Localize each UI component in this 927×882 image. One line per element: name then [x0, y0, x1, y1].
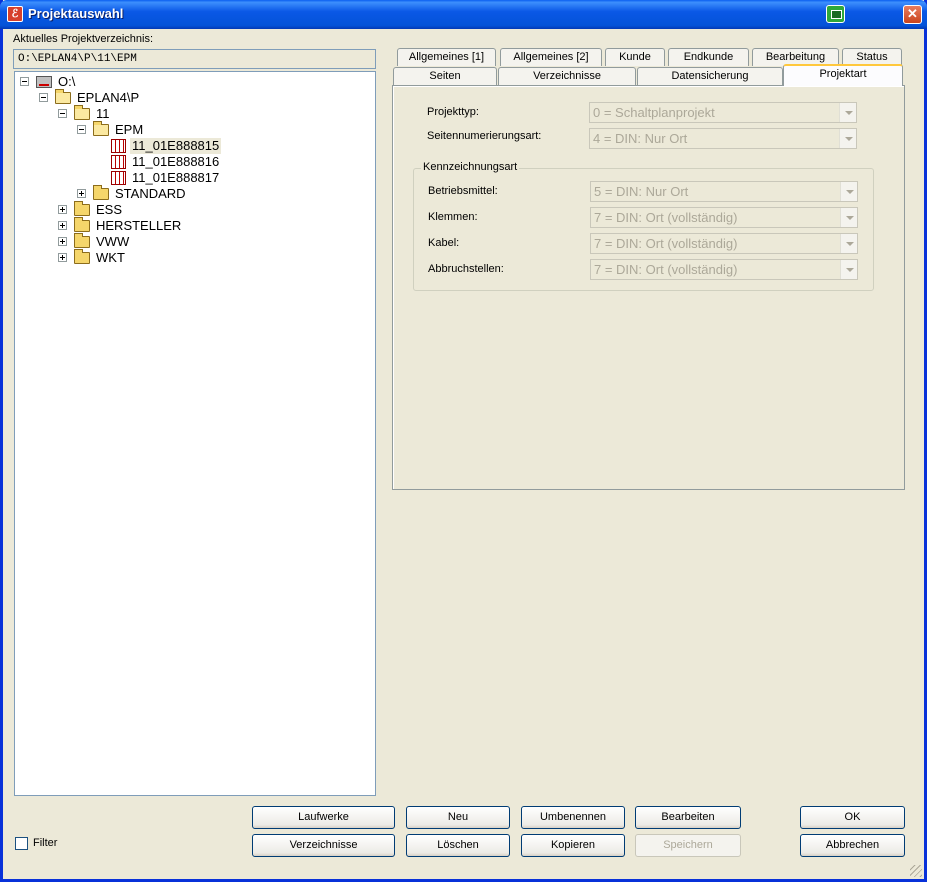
tree-node-label: ESS: [96, 202, 123, 217]
close-button[interactable]: ✕: [903, 5, 922, 24]
resize-grip-icon[interactable]: [910, 865, 922, 877]
tab-allgemeines-1[interactable]: Allgemeines [1]: [397, 48, 496, 66]
path-label: Aktuelles Projektverzeichnis:: [13, 33, 154, 45]
open-folder-icon: [55, 89, 71, 104]
tree-node-label: STANDARD: [115, 186, 186, 201]
collapse-icon[interactable]: [77, 125, 86, 134]
folder-icon: [74, 201, 90, 216]
toolbar-extra-button[interactable]: [826, 5, 845, 23]
tab-verzeichnisse[interactable]: Verzeichnisse: [498, 67, 636, 85]
speichern-button[interactable]: Speichern: [635, 834, 741, 857]
neu-button[interactable]: Neu: [406, 806, 510, 829]
project-icon: [111, 171, 126, 185]
path-field: O:\EPLAN4\P\11\EPM: [13, 49, 376, 69]
expand-icon[interactable]: [58, 253, 67, 262]
folder-icon: [74, 233, 90, 248]
seitennumerierungsart-value: 4 = DIN: Nur Ort: [593, 131, 688, 146]
klemmen-value: 7 = DIN: Ort (vollständig): [594, 210, 738, 225]
projektart-panel: Projekttyp: 0 = Schaltplanprojekt Seiten…: [392, 85, 905, 490]
project-tree[interactable]: O:\ EPLAN4\P 11 EPM 11_01E888815 11_01E8…: [14, 71, 376, 796]
ok-button[interactable]: OK: [800, 806, 905, 829]
collapse-icon[interactable]: [58, 109, 67, 118]
open-folder-icon: [93, 121, 109, 136]
loeschen-button[interactable]: Löschen: [406, 834, 510, 857]
folder-icon: [74, 217, 90, 232]
filter-checkbox[interactable]: [15, 837, 28, 850]
betriebsmittel-select[interactable]: 5 = DIN: Nur Ort: [590, 181, 858, 202]
tree-node-label: VWW: [96, 234, 130, 249]
tree-node-label: WKT: [96, 250, 125, 265]
abbruchstellen-label: Abbruchstellen:: [428, 263, 504, 275]
tree-node-label: 11: [96, 106, 110, 121]
folder-icon: [74, 249, 90, 264]
abbruchstellen-select[interactable]: 7 = DIN: Ort (vollständig): [590, 259, 858, 280]
expand-icon[interactable]: [58, 237, 67, 246]
abbruchstellen-value: 7 = DIN: Ort (vollständig): [594, 262, 738, 277]
projekttyp-value: 0 = Schaltplanprojekt: [593, 105, 715, 120]
collapse-icon[interactable]: [20, 77, 29, 86]
expand-icon[interactable]: [77, 189, 86, 198]
kabel-select[interactable]: 7 = DIN: Ort (vollständig): [590, 233, 858, 254]
project-icon: [111, 139, 126, 153]
filter-label: Filter: [33, 837, 58, 849]
expand-icon[interactable]: [58, 221, 67, 230]
kopieren-button[interactable]: Kopieren: [521, 834, 625, 857]
chevron-down-icon[interactable]: [840, 260, 857, 279]
chevron-down-icon[interactable]: [839, 103, 856, 122]
kennzeichnungsart-group: Kennzeichnungsart Betriebsmittel: 5 = DI…: [413, 161, 874, 291]
seitennumerierungsart-label: Seitennumerierungsart:: [427, 130, 542, 142]
abbrechen-button[interactable]: Abbrechen: [800, 834, 905, 857]
tree-node-label: O:\: [58, 74, 76, 89]
tree-node-label: 11_01E888817: [132, 170, 220, 185]
laufwerke-button[interactable]: Laufwerke: [252, 806, 395, 829]
collapse-icon[interactable]: [39, 93, 48, 102]
bearbeiten-button[interactable]: Bearbeiten: [635, 806, 741, 829]
klemmen-label: Klemmen:: [428, 211, 478, 223]
window-title: Projektauswahl: [28, 6, 124, 21]
kabel-label: Kabel:: [428, 237, 460, 249]
chevron-down-icon[interactable]: [840, 234, 857, 253]
verzeichnisse-button[interactable]: Verzeichnisse: [252, 834, 395, 857]
tree-node-label: 11_01E888816: [132, 154, 220, 169]
tab-seiten[interactable]: Seiten: [393, 67, 497, 85]
klemmen-select[interactable]: 7 = DIN: Ort (vollständig): [590, 207, 858, 228]
projekttyp-label: Projekttyp:: [427, 106, 479, 118]
chevron-down-icon[interactable]: [839, 129, 856, 148]
seitennumerierungsart-select[interactable]: 4 = DIN: Nur Ort: [589, 128, 857, 149]
folder-icon: [93, 185, 109, 200]
app-icon: ℰ: [7, 6, 23, 22]
tab-allgemeines-2[interactable]: Allgemeines [2]: [500, 48, 602, 66]
tree-node-label: EPM: [115, 122, 144, 137]
projektauswahl-window: ℰ Projektauswahl ✕ Aktuelles Projektverz…: [0, 0, 927, 882]
kabel-value: 7 = DIN: Ort (vollständig): [594, 236, 738, 251]
open-folder-icon: [74, 105, 90, 120]
projekttyp-select[interactable]: 0 = Schaltplanprojekt: [589, 102, 857, 123]
betriebsmittel-label: Betriebsmittel:: [428, 185, 498, 197]
tree-node-label: 11_01E888815: [130, 138, 222, 154]
tab-projektart[interactable]: Projektart: [783, 64, 903, 86]
tab-endkunde[interactable]: Endkunde: [668, 48, 749, 66]
chevron-down-icon[interactable]: [840, 182, 857, 201]
expand-icon[interactable]: [58, 205, 67, 214]
tab-datensicherung[interactable]: Datensicherung: [637, 67, 783, 85]
network-drive-icon: [36, 76, 52, 88]
tree-node-label: EPLAN4\P: [77, 90, 140, 105]
tree-node-label: HERSTELLER: [96, 218, 182, 233]
title-bar[interactable]: ℰ Projektauswahl ✕: [0, 0, 927, 29]
tab-kunde[interactable]: Kunde: [605, 48, 665, 66]
kennzeichnungsart-legend: Kennzeichnungsart: [421, 161, 520, 173]
chevron-down-icon[interactable]: [840, 208, 857, 227]
umbenennen-button[interactable]: Umbenennen: [521, 806, 625, 829]
project-icon: [111, 155, 126, 169]
betriebsmittel-value: 5 = DIN: Nur Ort: [594, 184, 689, 199]
